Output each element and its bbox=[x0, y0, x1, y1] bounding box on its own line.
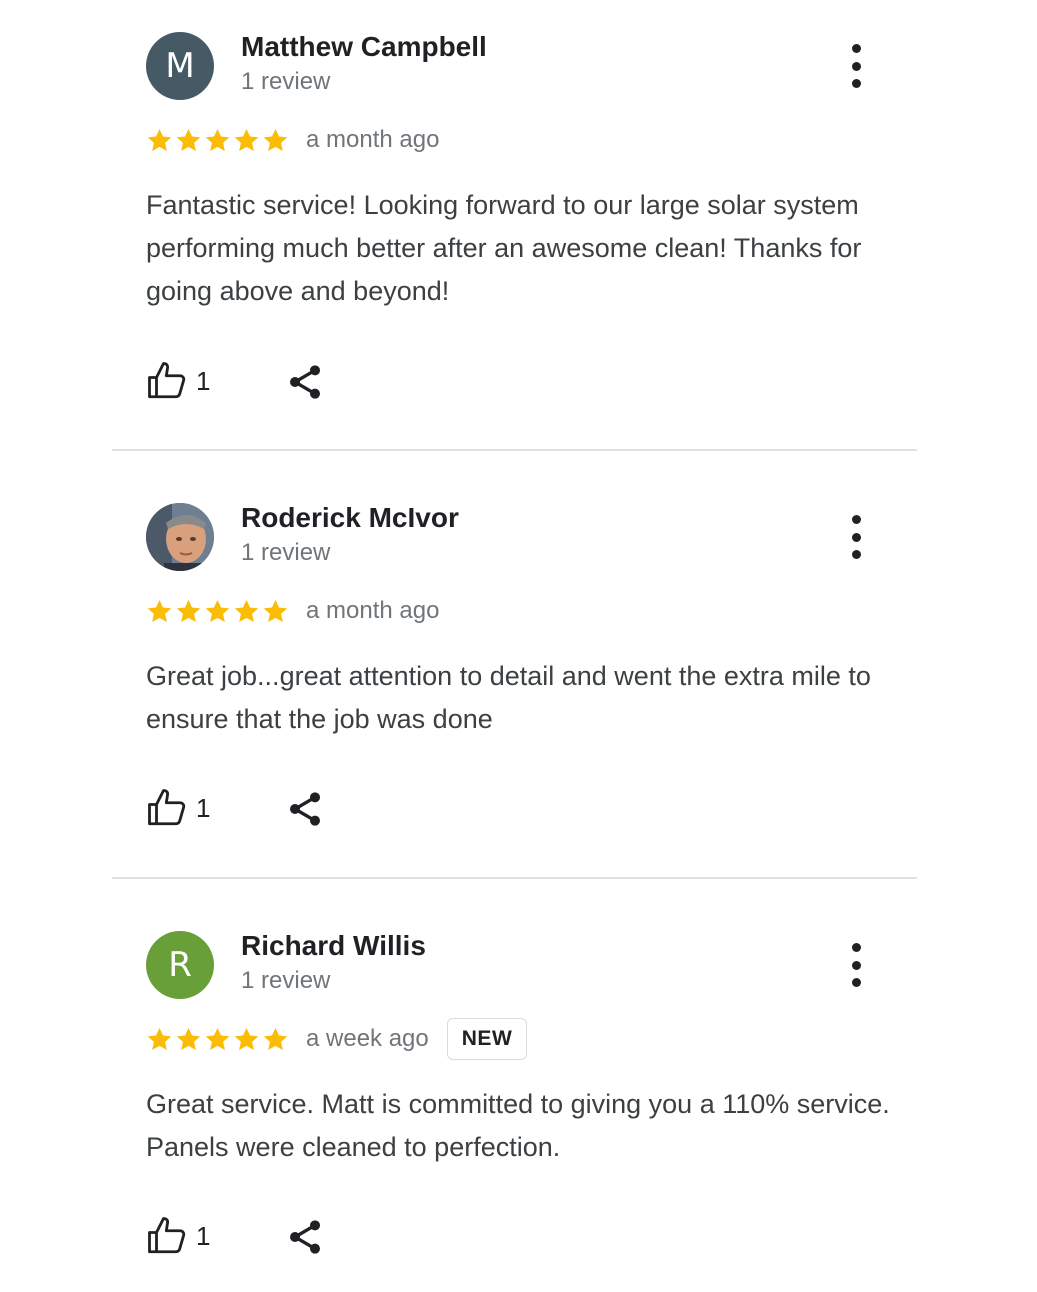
star-icon bbox=[205, 1027, 230, 1050]
more-options-button[interactable] bbox=[842, 943, 870, 987]
review-count: 1 review bbox=[241, 68, 331, 95]
like-count: 1 bbox=[196, 792, 211, 823]
share-button[interactable] bbox=[285, 789, 325, 829]
star-icon bbox=[176, 1027, 201, 1050]
rating-row: a month ago bbox=[145, 593, 439, 629]
more-vert-icon bbox=[851, 44, 861, 53]
avatar[interactable]: R bbox=[146, 931, 214, 999]
like-button[interactable]: 1 bbox=[146, 783, 210, 833]
like-button[interactable]: 1 bbox=[146, 356, 210, 406]
thumb-up-icon bbox=[148, 1217, 186, 1254]
new-badge: NEW bbox=[446, 1018, 528, 1060]
star-rating bbox=[145, 597, 290, 626]
share-icon bbox=[290, 792, 320, 826]
more-options-button[interactable] bbox=[842, 44, 870, 88]
star-icon bbox=[234, 599, 259, 622]
review-time: a month ago bbox=[306, 597, 440, 624]
rating-row: a month ago bbox=[145, 122, 439, 158]
reviewer-name[interactable]: Matthew Campbell bbox=[241, 31, 487, 63]
share-button[interactable] bbox=[285, 1217, 325, 1257]
thumb-up-icon bbox=[148, 362, 186, 399]
review-text: Great job...great attention to detail an… bbox=[146, 661, 871, 734]
like-count: 1 bbox=[196, 365, 211, 396]
star-rating bbox=[145, 126, 290, 155]
reviewer-name[interactable]: Richard Willis bbox=[241, 930, 426, 962]
avatar[interactable]: M bbox=[146, 32, 214, 100]
star-icon bbox=[147, 1027, 172, 1050]
reviewer-name[interactable]: Roderick McIvor bbox=[241, 502, 459, 534]
share-icon bbox=[290, 365, 320, 399]
more-options-button[interactable] bbox=[842, 515, 870, 559]
star-icon bbox=[263, 128, 288, 151]
review-count: 1 review bbox=[241, 967, 331, 994]
star-icon bbox=[147, 128, 172, 151]
share-icon bbox=[290, 1220, 320, 1254]
star-icon bbox=[147, 599, 172, 622]
review-text: Fantastic service! Looking forward to ou… bbox=[146, 190, 862, 306]
review-count: 1 review bbox=[241, 539, 331, 566]
like-count: 1 bbox=[196, 1220, 211, 1251]
star-icon bbox=[176, 128, 201, 151]
like-button[interactable]: 1 bbox=[146, 1211, 210, 1261]
divider bbox=[112, 877, 917, 879]
review-time: a week ago bbox=[306, 1025, 429, 1052]
review-text: Great service. Matt is committed to givi… bbox=[146, 1089, 890, 1162]
star-icon bbox=[263, 1027, 288, 1050]
star-icon bbox=[176, 599, 201, 622]
rating-row: a week ago NEW bbox=[145, 1018, 528, 1060]
review-time: a month ago bbox=[306, 126, 440, 153]
star-rating bbox=[145, 1025, 290, 1054]
star-icon bbox=[234, 1027, 259, 1050]
star-icon bbox=[205, 599, 230, 622]
star-icon bbox=[263, 599, 288, 622]
avatar-letter: R bbox=[168, 945, 192, 985]
divider bbox=[112, 449, 917, 451]
avatar-letter: M bbox=[165, 46, 195, 86]
more-vert-icon bbox=[851, 943, 861, 952]
more-vert-icon bbox=[851, 515, 861, 524]
avatar[interactable] bbox=[146, 503, 214, 571]
star-icon bbox=[234, 128, 259, 151]
share-button[interactable] bbox=[285, 362, 325, 402]
profile-photo bbox=[146, 503, 214, 571]
star-icon bbox=[205, 128, 230, 151]
thumb-up-icon bbox=[148, 789, 186, 826]
